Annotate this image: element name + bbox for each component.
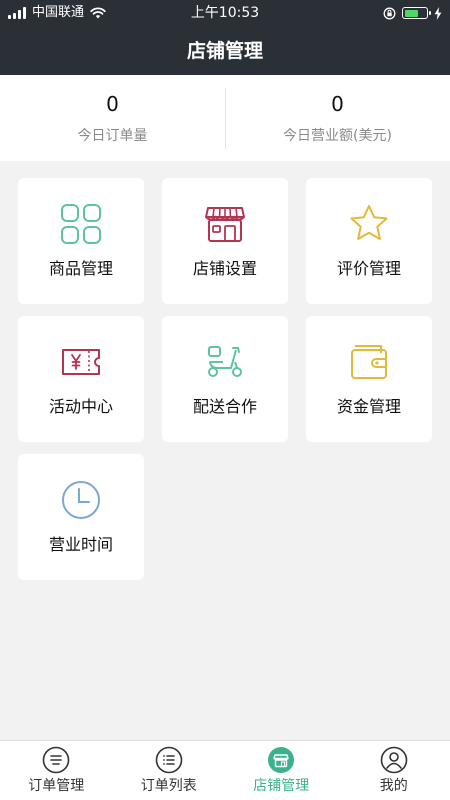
order-manage-icon [42, 746, 70, 774]
store-manage-icon [268, 747, 295, 773]
tile-label: 店铺设置 [192, 259, 257, 278]
menu-item-funds[interactable]: 资金管理 [306, 316, 432, 442]
menu-grid: 商品管理 店铺设置 评价管理 活动中心 配送合作 资金管理 营业时间 [18, 178, 432, 580]
tile-label: 活动中心 [48, 397, 113, 416]
battery-icon [402, 7, 431, 19]
wallet-icon [351, 345, 387, 379]
bottom-tab-bar: 订单管理 订单列表 店铺管理 我的 [0, 740, 450, 800]
app-screen: 中国联通 上午10:53 店铺管理 0 今日订单量 0 今日营业额(美元) 商品… [0, 0, 450, 800]
menu-item-reviews[interactable]: 评价管理 [306, 178, 432, 304]
clock-icon [62, 481, 100, 519]
charging-icon [434, 6, 442, 20]
tab-label: 店铺管理 [253, 778, 310, 794]
rotation-lock-icon [383, 7, 396, 19]
stat-label: 今日订单量 [77, 128, 148, 144]
stat-revenue-today: 0 今日营业额(美元) [225, 75, 450, 161]
stat-label: 今日营业额(美元) [283, 128, 392, 144]
ticket-icon [62, 349, 100, 375]
tile-label: 商品管理 [48, 259, 113, 278]
status-right [383, 0, 442, 26]
product-grid-icon [61, 204, 101, 244]
stats-panel: 0 今日订单量 0 今日营业额(美元) [0, 75, 450, 161]
page-title: 店铺管理 [186, 40, 263, 62]
top-bar: 中国联通 上午10:53 店铺管理 [0, 0, 450, 75]
tab-label: 订单列表 [140, 778, 197, 794]
profile-icon [380, 746, 408, 774]
tab-label: 订单管理 [28, 778, 85, 794]
tile-label: 资金管理 [336, 397, 401, 416]
tab-label: 我的 [379, 778, 408, 794]
tab-store-manage[interactable]: 店铺管理 [225, 741, 338, 800]
tab-order-manage[interactable]: 订单管理 [0, 741, 113, 800]
stat-orders-today: 0 今日订单量 [0, 75, 225, 161]
star-icon [350, 205, 388, 240]
tile-label: 配送合作 [192, 397, 257, 416]
menu-item-products[interactable]: 商品管理 [18, 178, 144, 304]
stat-value: 0 [106, 92, 119, 116]
order-list-icon [155, 746, 183, 774]
tile-label: 评价管理 [336, 259, 401, 278]
menu-item-delivery[interactable]: 配送合作 [162, 316, 288, 442]
tab-order-list[interactable]: 订单列表 [113, 741, 226, 800]
menu-item-store-settings[interactable]: 店铺设置 [162, 178, 288, 304]
stat-value: 0 [331, 92, 344, 116]
menu-item-business-hours[interactable]: 营业时间 [18, 454, 144, 580]
scooter-icon [208, 346, 242, 377]
menu-item-activity-center[interactable]: 活动中心 [18, 316, 144, 442]
tile-label: 营业时间 [48, 535, 113, 554]
store-icon [205, 207, 245, 242]
status-bar: 中国联通 上午10:53 [0, 0, 450, 26]
tab-profile[interactable]: 我的 [338, 741, 450, 800]
